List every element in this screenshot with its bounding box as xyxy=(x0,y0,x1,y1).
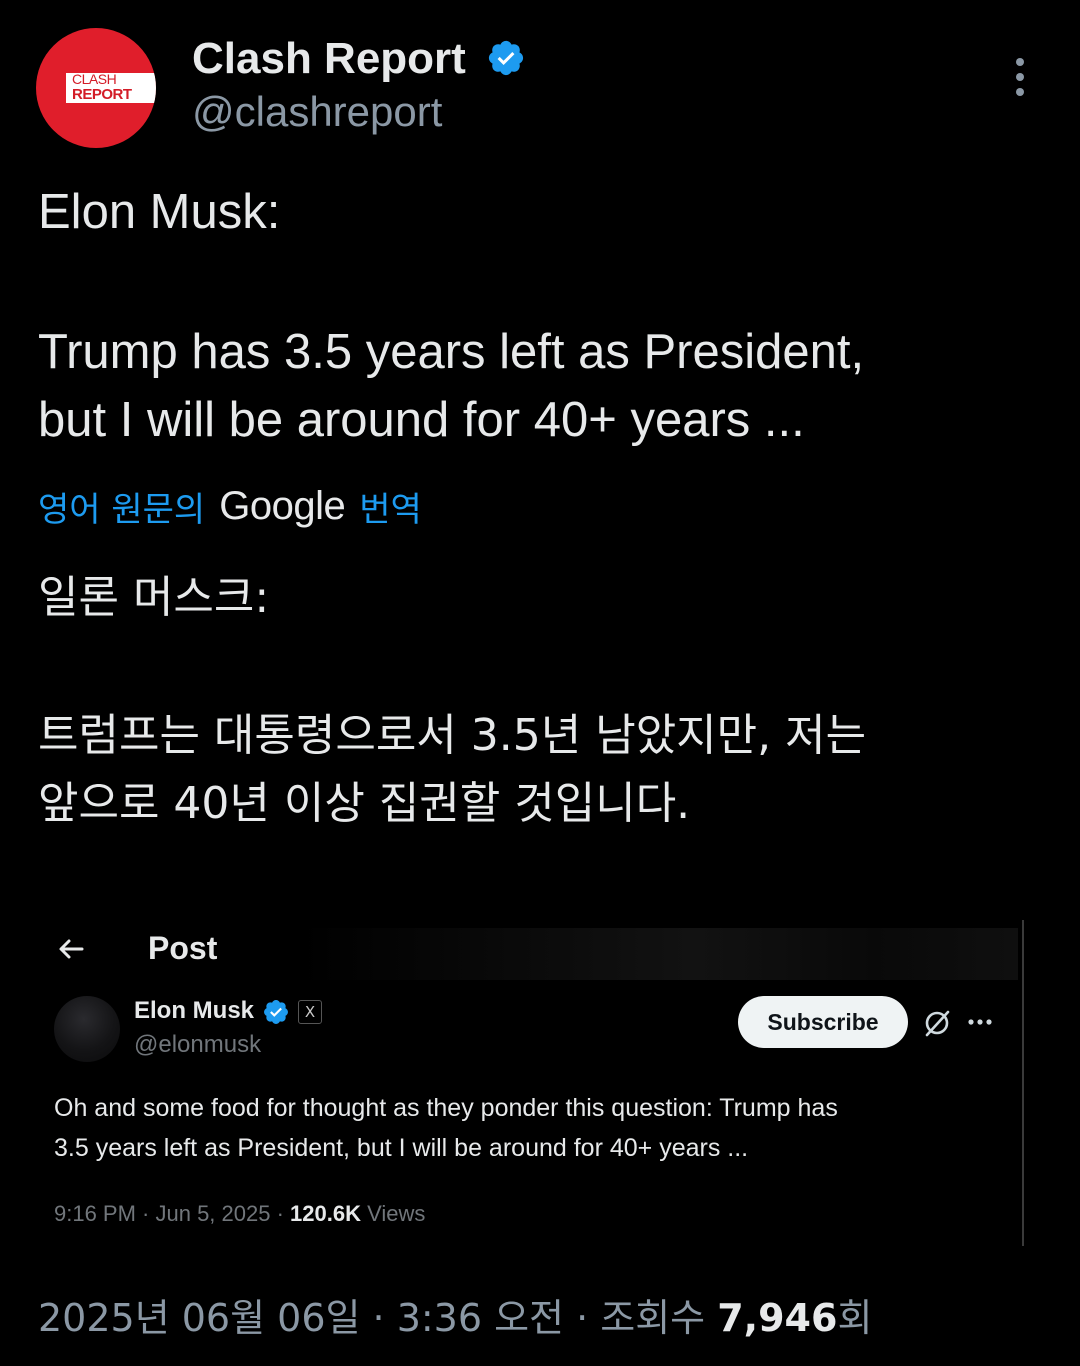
verified-badge-icon xyxy=(488,40,524,76)
author-display-name[interactable]: Clash Report xyxy=(192,34,466,84)
tweet-text-line: Trump has 3.5 years left as President, xyxy=(38,325,865,379)
translated-text-line: 앞으로 40년 이상 집권할 것입니다. xyxy=(38,778,691,829)
embedded-author-name: Elon Musk xyxy=(134,997,255,1024)
google-logo: Google xyxy=(219,483,346,528)
author-handle[interactable]: @clashreport xyxy=(192,88,442,136)
translated-text-line: 일론 머스크: xyxy=(38,572,270,623)
embedded-time-date: 9:16 PM · Jun 5, 2025 · xyxy=(54,1201,291,1226)
translation-suffix[interactable]: 번역 xyxy=(359,482,422,531)
views-count: 7,946 xyxy=(717,1296,838,1340)
embedded-body-line: 3.5 years left as President, but I will … xyxy=(54,1134,749,1162)
embedded-author-avatar xyxy=(54,996,120,1062)
avatar-logo-top: CLASH xyxy=(72,71,117,87)
tweet-timestamp[interactable]: 2025년 06월 06일 · 3:36 오전 · 조회수 7,946회 xyxy=(38,1290,872,1346)
embedded-author-handle: @elonmusk xyxy=(134,1031,262,1058)
translated-text-line: 트럼프는 대통령으로서 3.5년 남았지만, 저는 xyxy=(38,710,867,761)
embedded-post-body: Oh and some food for thought as they pon… xyxy=(54,1088,1004,1168)
translation-attribution[interactable]: 영어 원문의 Google 번역 xyxy=(38,480,422,532)
back-arrow-icon xyxy=(59,939,84,959)
subscribe-button: Subscribe xyxy=(738,996,908,1048)
embedded-post-meta: 9:16 PM · Jun 5, 2025 · 120.6K Views xyxy=(54,1198,425,1230)
blurred-header-region xyxy=(298,928,1018,980)
tweet-text-line: Elon Musk: xyxy=(38,185,281,239)
embedded-post-image[interactable]: Post Elon Musk X @elonmusk Subscribe Oh … xyxy=(38,920,1024,1246)
embedded-views-count: 120.6K xyxy=(290,1201,361,1226)
author-avatar[interactable]: CLASH REPORT xyxy=(36,28,156,148)
embedded-body-line: Oh and some food for thought as they pon… xyxy=(54,1094,838,1122)
embedded-post-title: Post xyxy=(148,930,218,966)
embedded-more-icon xyxy=(968,1019,992,1025)
grok-icon xyxy=(925,1010,950,1037)
timestamp-text: 2025년 06월 06일 · 3:36 오전 · 조회수 xyxy=(38,1296,718,1340)
more-options-icon[interactable] xyxy=(1004,56,1036,98)
tweet-text-line: but I will be around for 40+ years ... xyxy=(38,393,805,447)
embedded-verified-icon xyxy=(264,1000,288,1024)
x-logo-badge: X xyxy=(298,1000,322,1024)
views-suffix: 회 xyxy=(837,1296,873,1340)
embedded-views-label: Views xyxy=(360,1201,426,1226)
avatar-logo-bottom: REPORT xyxy=(72,86,132,103)
translation-prefix[interactable]: 영어 원문의 xyxy=(38,482,205,531)
tweet-header: CLASH REPORT Clash Report @clashreport xyxy=(0,0,1080,160)
